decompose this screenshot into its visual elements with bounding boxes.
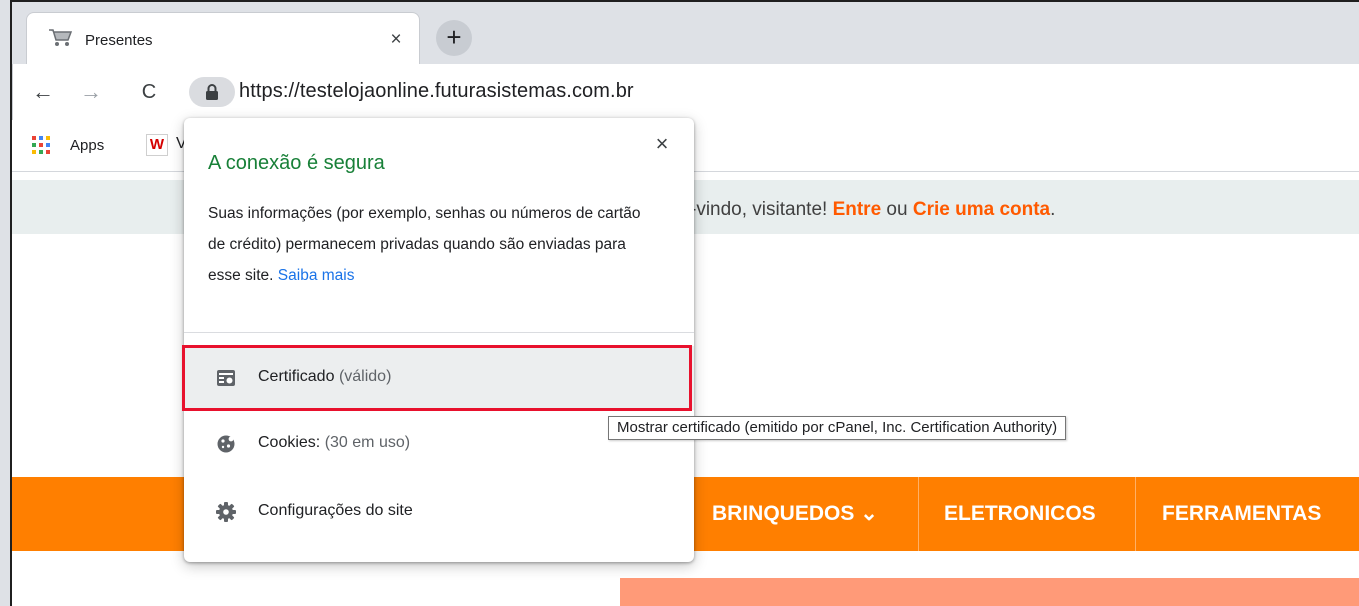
nav-ferramentas[interactable]: FERRAMENTAS <box>1162 477 1321 551</box>
popup-divider <box>184 332 694 333</box>
url-text[interactable]: https://testelojaonline.futurasistemas.c… <box>239 80 634 103</box>
forward-button[interactable]: → <box>75 76 107 108</box>
tab-close-button[interactable]: × <box>385 29 407 51</box>
apps-bookmark[interactable]: Apps <box>70 137 104 154</box>
nav-brinquedos[interactable]: BRINQUEDOS ⌄ <box>712 477 878 551</box>
site-info-button[interactable] <box>189 77 235 107</box>
certificate-status: (válido) <box>338 368 392 385</box>
learn-more-link[interactable]: Saiba mais <box>278 267 355 284</box>
nav-divider <box>1135 477 1136 551</box>
signup-link[interactable]: Crie uma conta <box>913 199 1050 220</box>
popup-title: A conexão é segura <box>208 152 385 174</box>
nav-eletronicos[interactable]: ELETRONICOS <box>944 477 1096 551</box>
cart-icon <box>47 27 73 47</box>
tab-presentes[interactable]: Presentes × <box>26 12 420 68</box>
popup-close-button[interactable]: × <box>650 132 674 156</box>
welcome-text: -vindo, visitante! Entre ou Crie uma con… <box>690 199 1056 220</box>
cookies-label: Cookies: (30 em uso) <box>258 434 411 451</box>
tab-strip: Presentes × + <box>12 0 1359 68</box>
gear-icon <box>216 502 236 522</box>
cookie-icon <box>216 434 236 454</box>
login-link[interactable]: Entre <box>833 199 882 220</box>
lock-icon <box>206 84 218 100</box>
certificate-label: Certificado (válido) <box>258 368 392 385</box>
promo-banner <box>620 578 1359 606</box>
chevron-down-icon: ⌄ <box>860 502 878 525</box>
certificate-tooltip: Mostrar certificado (emitido por cPanel,… <box>608 416 1067 440</box>
site-settings-row[interactable]: Configurações do site <box>184 480 694 544</box>
connection-security-popup: × A conexão é segura Suas informações (p… <box>184 118 694 562</box>
reload-button[interactable]: C <box>133 76 165 108</box>
w-bookmark-icon[interactable]: W <box>146 134 168 156</box>
window-frame <box>0 0 12 606</box>
certificate-row[interactable]: Certificado (válido) <box>184 346 694 410</box>
browser-toolbar: ← → C https://testelojaonline.futurasist… <box>12 64 1359 120</box>
address-bar[interactable]: https://testelojaonline.futurasistemas.c… <box>189 72 1349 112</box>
cookies-status: (30 em uso) <box>324 434 411 451</box>
popup-description: Suas informações (por exemplo, senhas ou… <box>208 205 641 284</box>
certificate-icon <box>216 368 236 388</box>
nav-divider <box>918 477 919 551</box>
tab-title: Presentes <box>85 32 153 49</box>
apps-grid-icon[interactable] <box>32 136 50 154</box>
new-tab-button[interactable]: + <box>436 20 472 56</box>
site-settings-label: Configurações do site <box>258 502 413 519</box>
back-button[interactable]: ← <box>27 76 59 108</box>
